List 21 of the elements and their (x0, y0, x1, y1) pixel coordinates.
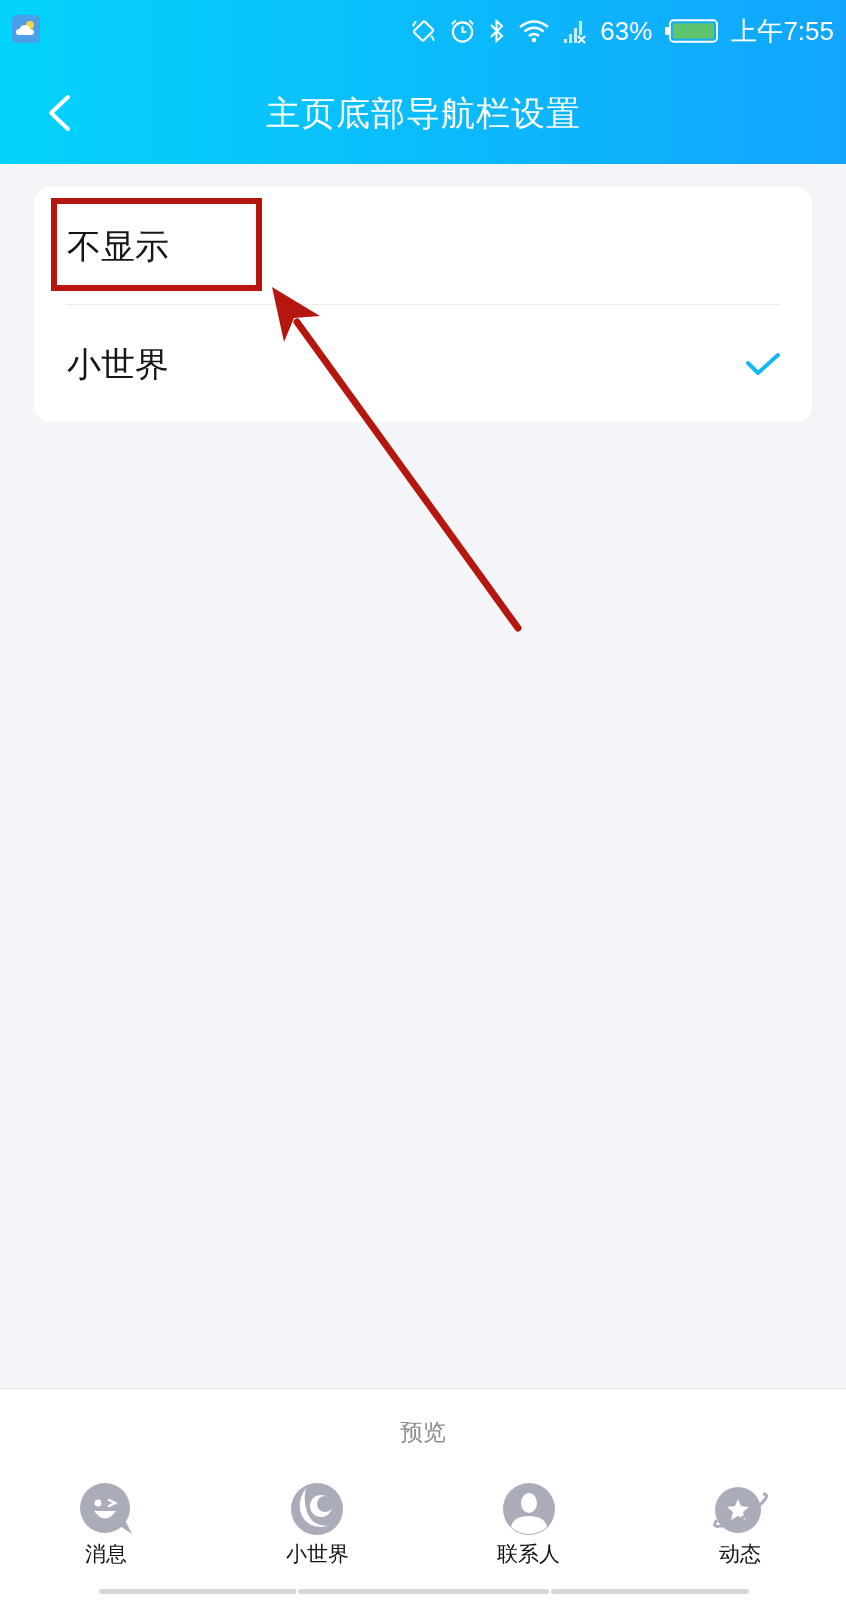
back-chevron-icon (46, 94, 72, 132)
preview-tab-label: 消息 (84, 1541, 127, 1567)
preview-tab-label: 小世界 (285, 1541, 349, 1567)
weather-app-icon (12, 15, 40, 43)
crescent-icon (290, 1482, 345, 1536)
bluetooth-icon (488, 18, 506, 44)
rotate-icon (410, 17, 438, 45)
page-title: 主页底部导航栏设置 (265, 93, 581, 133)
preview-title: 预览 (400, 1418, 446, 1447)
status-time: 上午7:55 (731, 16, 834, 46)
option-item[interactable]: 小世界 (34, 305, 812, 422)
alarm-icon (450, 18, 476, 44)
battery-icon (665, 19, 719, 43)
preview-tab-label: 联系人 (497, 1541, 561, 1567)
chat-bubble-icon (78, 1482, 133, 1536)
option-item[interactable]: 不显示 (34, 187, 812, 304)
wifi-icon (518, 19, 551, 43)
signal-icon (563, 18, 588, 44)
person-icon (501, 1482, 556, 1536)
battery-percent: 63% (600, 16, 653, 46)
preview-tab-label: 动态 (719, 1541, 762, 1567)
